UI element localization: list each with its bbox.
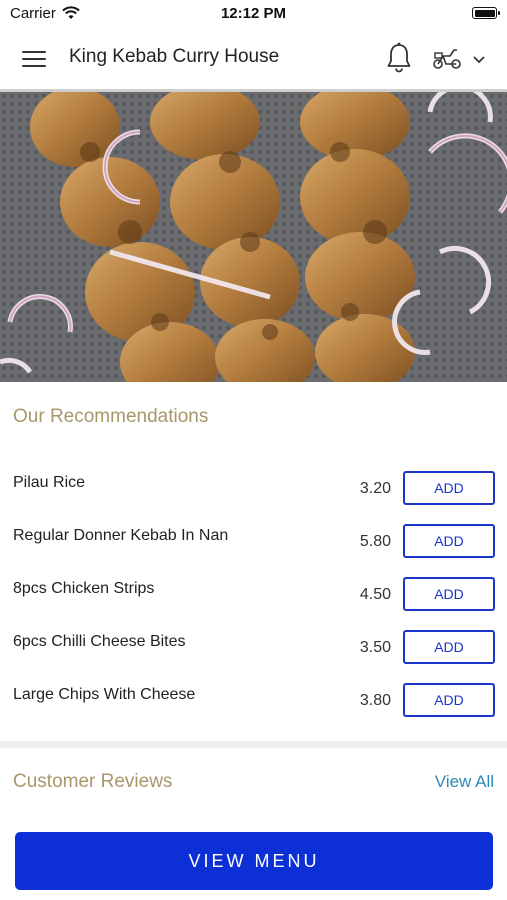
- list-item: Pilau Rice 3.20 ADD: [0, 462, 507, 515]
- item-name: Regular Donner Kebab In Nan: [13, 527, 229, 544]
- item-name: Pilau Rice: [13, 474, 86, 491]
- item-price: 3.20: [359, 480, 391, 497]
- section-divider: [0, 741, 507, 748]
- add-button[interactable]: ADD: [403, 471, 495, 505]
- scooter-icon[interactable]: [432, 46, 462, 75]
- app-header: King Kebab Curry House: [0, 28, 507, 92]
- menu-icon[interactable]: [22, 48, 48, 70]
- restaurant-title: King Kebab Curry House: [69, 46, 280, 67]
- item-price: 3.50: [359, 639, 391, 656]
- status-bar: Carrier 12:12 PM: [0, 0, 507, 28]
- item-price: 4.50: [359, 586, 391, 603]
- add-button[interactable]: ADD: [403, 630, 495, 664]
- view-menu-button[interactable]: VIEW MENU: [15, 832, 493, 890]
- battery-icon: [472, 7, 500, 19]
- view-all-link[interactable]: View All: [435, 772, 494, 792]
- chevron-down-icon[interactable]: [472, 52, 486, 70]
- list-item: Large Chips With Cheese 3.80 ADD: [0, 674, 507, 727]
- item-name: 6pcs Chilli Cheese Bites: [13, 633, 186, 650]
- hero-image: [0, 92, 507, 382]
- bell-icon[interactable]: [386, 42, 412, 79]
- item-price: 5.80: [359, 533, 391, 550]
- list-item: Regular Donner Kebab In Nan 5.80 ADD: [0, 515, 507, 568]
- clock: 12:12 PM: [220, 5, 287, 22]
- add-button[interactable]: ADD: [403, 577, 495, 611]
- add-button[interactable]: ADD: [403, 683, 495, 717]
- item-price: 3.80: [359, 692, 391, 709]
- recommendations-list: Pilau Rice 3.20 ADD Regular Donner Kebab…: [0, 462, 507, 727]
- list-item: 6pcs Chilli Cheese Bites 3.50 ADD: [0, 621, 507, 674]
- reviews-title: Customer Reviews: [13, 771, 173, 792]
- recommendations-title: Our Recommendations: [13, 406, 209, 427]
- item-name: 8pcs Chicken Strips: [13, 580, 155, 597]
- list-item: 8pcs Chicken Strips 4.50 ADD: [0, 568, 507, 621]
- item-name: Large Chips With Cheese: [13, 686, 196, 703]
- add-button[interactable]: ADD: [403, 524, 495, 558]
